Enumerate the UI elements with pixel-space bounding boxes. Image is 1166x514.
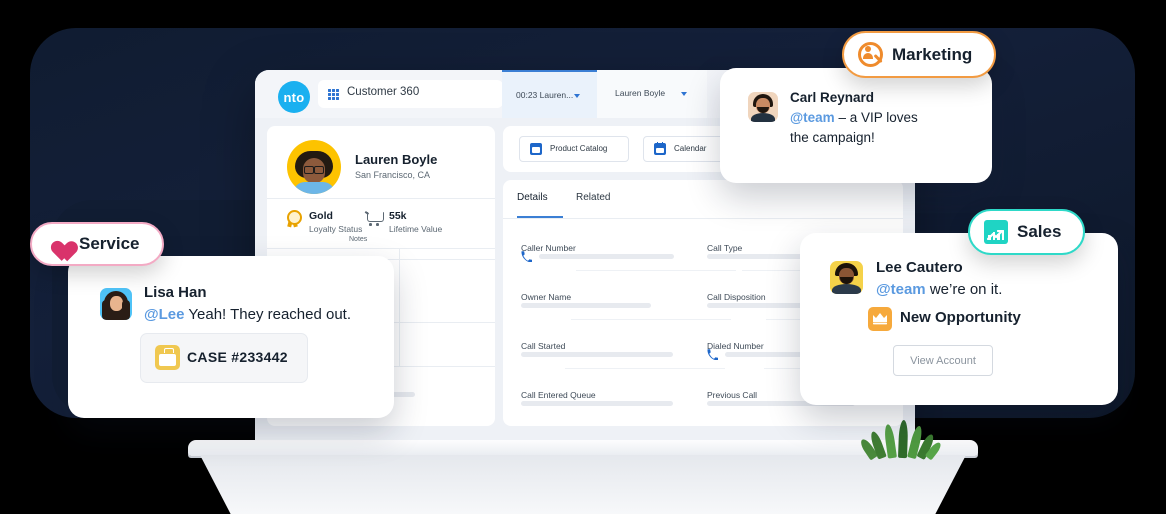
tab-active-call-label: 00:23 Lauren... xyxy=(516,90,574,100)
loyalty-status-stat: Gold Loyalty Status xyxy=(309,210,362,234)
badge-service-label: Service xyxy=(79,234,140,253)
hero-illustration: nto Customer 360 00:23 Lauren... Lauren … xyxy=(0,0,1166,514)
avatar xyxy=(830,261,863,294)
nto-logo: nto xyxy=(278,81,310,113)
calendar-icon xyxy=(654,141,666,155)
page-title: Customer 360 xyxy=(347,86,420,98)
case-chip[interactable]: CASE #233442 xyxy=(140,333,308,383)
chevron-down-icon[interactable] xyxy=(681,92,687,96)
field-call-started[interactable]: Call Started xyxy=(521,336,726,369)
message-author: Carl Reynard xyxy=(790,90,875,105)
view-account-button[interactable]: View Account xyxy=(893,345,993,376)
case-number: CASE #233442 xyxy=(187,349,288,365)
field-call-entered-queue[interactable]: Call Entered Queue xyxy=(521,385,673,406)
field-label: Call Disposition xyxy=(707,292,766,302)
mention[interactable]: @Lee xyxy=(144,306,184,323)
loyalty-status-value: Gold xyxy=(309,210,333,222)
loyalty-status-label: Loyalty Status xyxy=(309,224,363,234)
customer-location: San Francisco, CA xyxy=(355,170,431,180)
field-caller-number[interactable]: Caller Number xyxy=(521,238,736,271)
tab-active-call[interactable]: 00:23 Lauren... xyxy=(502,70,597,120)
laptop-base xyxy=(200,455,966,514)
chevron-down-icon[interactable] xyxy=(574,94,580,98)
tab-details[interactable]: Details xyxy=(517,192,548,203)
message-text-line1: @team – a VIP loves xyxy=(790,110,918,125)
field-label: Call Entered Queue xyxy=(521,390,596,400)
person-magnifier-icon xyxy=(858,42,883,67)
trend-chart-icon xyxy=(984,220,1008,244)
cart-icon xyxy=(364,210,384,226)
details-tabs: Details Related xyxy=(503,180,903,219)
field-label: Call Type xyxy=(707,243,743,253)
field-call-disposition[interactable]: Call Disposition xyxy=(707,287,915,320)
heart-icon xyxy=(46,233,70,255)
mention[interactable]: @team xyxy=(790,110,835,125)
field-label: Call Started xyxy=(521,341,566,351)
field-previous-call[interactable]: Previous Call xyxy=(707,385,855,406)
message-text: @Lee Yeah! They reached out. xyxy=(144,306,351,323)
product-catalog-button[interactable]: Product Catalog xyxy=(519,136,629,162)
laptop-lip xyxy=(188,440,978,456)
calendar-label: Calendar xyxy=(674,144,707,153)
tab-related[interactable]: Related xyxy=(576,192,610,203)
briefcase-icon xyxy=(155,345,180,370)
badge-sales-label: Sales xyxy=(1017,222,1062,241)
field-call-type[interactable]: Call Type xyxy=(707,238,903,271)
customer-avatar xyxy=(287,140,341,194)
loyalty-medal-icon xyxy=(285,210,302,228)
crown-icon xyxy=(868,307,892,331)
message-text-line2: the campaign! xyxy=(790,130,875,145)
notes-label: Notes xyxy=(349,236,368,243)
message-body: we’re on it. xyxy=(925,281,1003,298)
lifetime-value-stat: 55k Lifetime Value xyxy=(389,210,442,234)
mention[interactable]: @team xyxy=(876,281,926,298)
catalog-icon xyxy=(530,143,542,155)
field-dialed-number[interactable]: Dialed Number xyxy=(707,336,915,369)
message-author: Lisa Han xyxy=(144,284,207,301)
marketing-message-card: Carl Reynard @team – a VIP loves the cam… xyxy=(720,68,992,183)
lifetime-value-label: Lifetime Value xyxy=(389,224,443,234)
new-opportunity-label: New Opportunity xyxy=(900,309,1021,326)
tab-record-label: Lauren Boyle xyxy=(615,88,666,98)
phone-icon xyxy=(707,349,718,360)
field-label: Owner Name xyxy=(521,292,572,302)
plant-decoration xyxy=(858,418,943,461)
badge-service[interactable]: Service xyxy=(30,222,164,266)
phone-icon xyxy=(521,251,532,262)
badge-sales[interactable]: Sales xyxy=(968,209,1086,255)
avatar xyxy=(100,288,132,320)
field-owner-name[interactable]: Owner Name xyxy=(521,287,732,320)
message-body: Yeah! They reached out. xyxy=(184,306,352,323)
field-label: Previous Call xyxy=(707,390,758,400)
app-grid-icon[interactable] xyxy=(328,89,339,100)
badge-marketing[interactable]: Marketing xyxy=(842,31,997,78)
message-text: @team we’re on it. xyxy=(876,281,1002,298)
lifetime-value-amount: 55k xyxy=(389,210,407,222)
avatar xyxy=(748,92,778,122)
tab-record-lauren-boyle[interactable]: Lauren Boyle xyxy=(597,70,707,118)
message-body: – a VIP loves xyxy=(834,110,918,125)
message-author: Lee Cautero xyxy=(876,259,963,276)
badge-marketing-label: Marketing xyxy=(892,44,973,64)
product-catalog-label: Product Catalog xyxy=(550,144,608,153)
customer-name: Lauren Boyle xyxy=(355,152,438,167)
